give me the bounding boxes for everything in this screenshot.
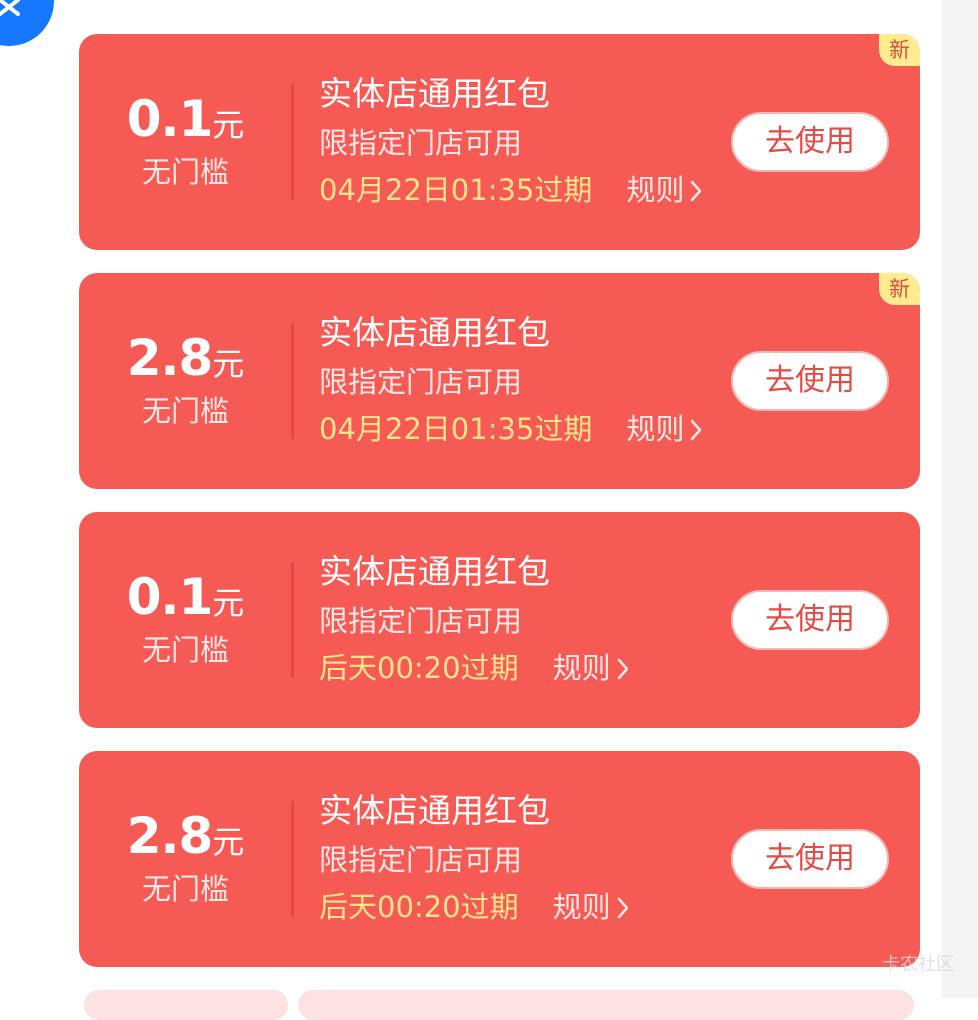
coupon-expiry-row: 04月22日01:35过期 规则: [319, 411, 702, 447]
coupon-amount-value: 2.8: [126, 807, 214, 865]
use-coupon-button[interactable]: 去使用: [731, 829, 889, 889]
coupon-description: 限指定门店可用: [319, 843, 523, 877]
coupon-amount-unit: 元: [212, 823, 245, 861]
coupon-divider: [291, 323, 294, 439]
coupon-amount: 0.1元: [79, 94, 292, 144]
coupon-divider: [291, 84, 294, 200]
coupon-expiry-row: 后天00:20过期 规则: [319, 650, 629, 686]
new-badge: 新: [879, 34, 920, 66]
coupon-amount: 0.1元: [79, 572, 292, 622]
coupon-amount-block: 0.1元 无门槛: [79, 34, 292, 250]
coupon-expiry-row: 后天00:20过期 规则: [319, 889, 629, 925]
coupon-rules-link[interactable]: 规则: [626, 411, 702, 447]
coupon-rules-link[interactable]: 规则: [553, 889, 629, 925]
new-badge: 新: [879, 273, 920, 305]
coupon-amount-unit: 元: [212, 345, 245, 383]
use-coupon-button[interactable]: 去使用: [731, 351, 889, 411]
coupon-amount-unit: 元: [212, 584, 245, 622]
coupon-amount: 2.8元: [79, 333, 292, 383]
coupon-title: 实体店通用红包: [319, 313, 550, 352]
watermark: 卡农社区: [882, 954, 954, 975]
coupon-rules-link[interactable]: 规则: [553, 650, 629, 686]
coupon-amount-block: 2.8元 无门槛: [79, 751, 292, 967]
coupon-threshold: 无门槛: [141, 155, 229, 189]
coupon-title: 实体店通用红包: [319, 552, 550, 591]
chevron-right-icon: [691, 180, 702, 202]
coupon-amount-unit: 元: [212, 106, 245, 144]
coupon-rules-label: 规则: [626, 173, 685, 207]
chevron-right-icon: [617, 897, 628, 919]
coupon-card: 0.1元 无门槛 实体店通用红包 限指定门店可用 04月22日01:35过期 规则…: [79, 34, 920, 250]
coupon-amount-value: 2.8: [126, 329, 214, 387]
coupon-card: 2.8元 无门槛 实体店通用红包 限指定门店可用 04月22日01:35过期 规则…: [79, 273, 920, 489]
coupon-description: 限指定门店可用: [319, 604, 523, 638]
coupon-expiry: 04月22日01:35过期: [319, 412, 593, 446]
coupon-amount-value: 0.1: [126, 568, 214, 626]
coupon-expiry: 后天00:20过期: [319, 890, 519, 924]
coupon-expiry: 04月22日01:35过期: [319, 173, 593, 207]
coupon-amount-value: 0.1: [126, 90, 214, 148]
use-coupon-button[interactable]: 去使用: [731, 590, 889, 650]
coupon-rules-label: 规则: [552, 651, 611, 685]
coupon-amount-block: 2.8元 无门槛: [79, 273, 292, 489]
coupon-threshold: 无门槛: [141, 872, 229, 906]
chevron-right-icon: [691, 419, 702, 441]
coupon-threshold: 无门槛: [141, 394, 229, 428]
coupon-amount-block: 0.1元 无门槛: [79, 512, 292, 728]
next-coupon-card-partial: [298, 990, 914, 1020]
coupon-card: 2.8元 无门槛 实体店通用红包 限指定门店可用 后天00:20过期 规则 去使用: [79, 751, 920, 967]
coupon-card: 0.1元 无门槛 实体店通用红包 限指定门店可用 后天00:20过期 规则 去使用: [79, 512, 920, 728]
coupon-description: 限指定门店可用: [319, 126, 523, 160]
coupon-amount: 2.8元: [79, 811, 292, 861]
coupon-expiry-row: 04月22日01:35过期 规则: [319, 172, 702, 208]
right-scroll-strip: [942, 0, 978, 998]
coupon-threshold: 无门槛: [141, 633, 229, 667]
coupon-divider: [291, 562, 294, 678]
close-icon[interactable]: [0, 0, 54, 46]
coupon-title: 实体店通用红包: [319, 791, 550, 830]
next-coupon-card-partial: [84, 990, 288, 1020]
coupon-expiry: 后天00:20过期: [319, 651, 519, 685]
coupon-rules-label: 规则: [552, 890, 611, 924]
coupon-rules-link[interactable]: 规则: [626, 172, 702, 208]
coupon-rules-label: 规则: [626, 412, 685, 446]
coupon-divider: [291, 801, 294, 917]
chevron-right-icon: [617, 658, 628, 680]
coupon-description: 限指定门店可用: [319, 365, 523, 399]
use-coupon-button[interactable]: 去使用: [731, 112, 889, 172]
coupon-title: 实体店通用红包: [319, 74, 550, 113]
